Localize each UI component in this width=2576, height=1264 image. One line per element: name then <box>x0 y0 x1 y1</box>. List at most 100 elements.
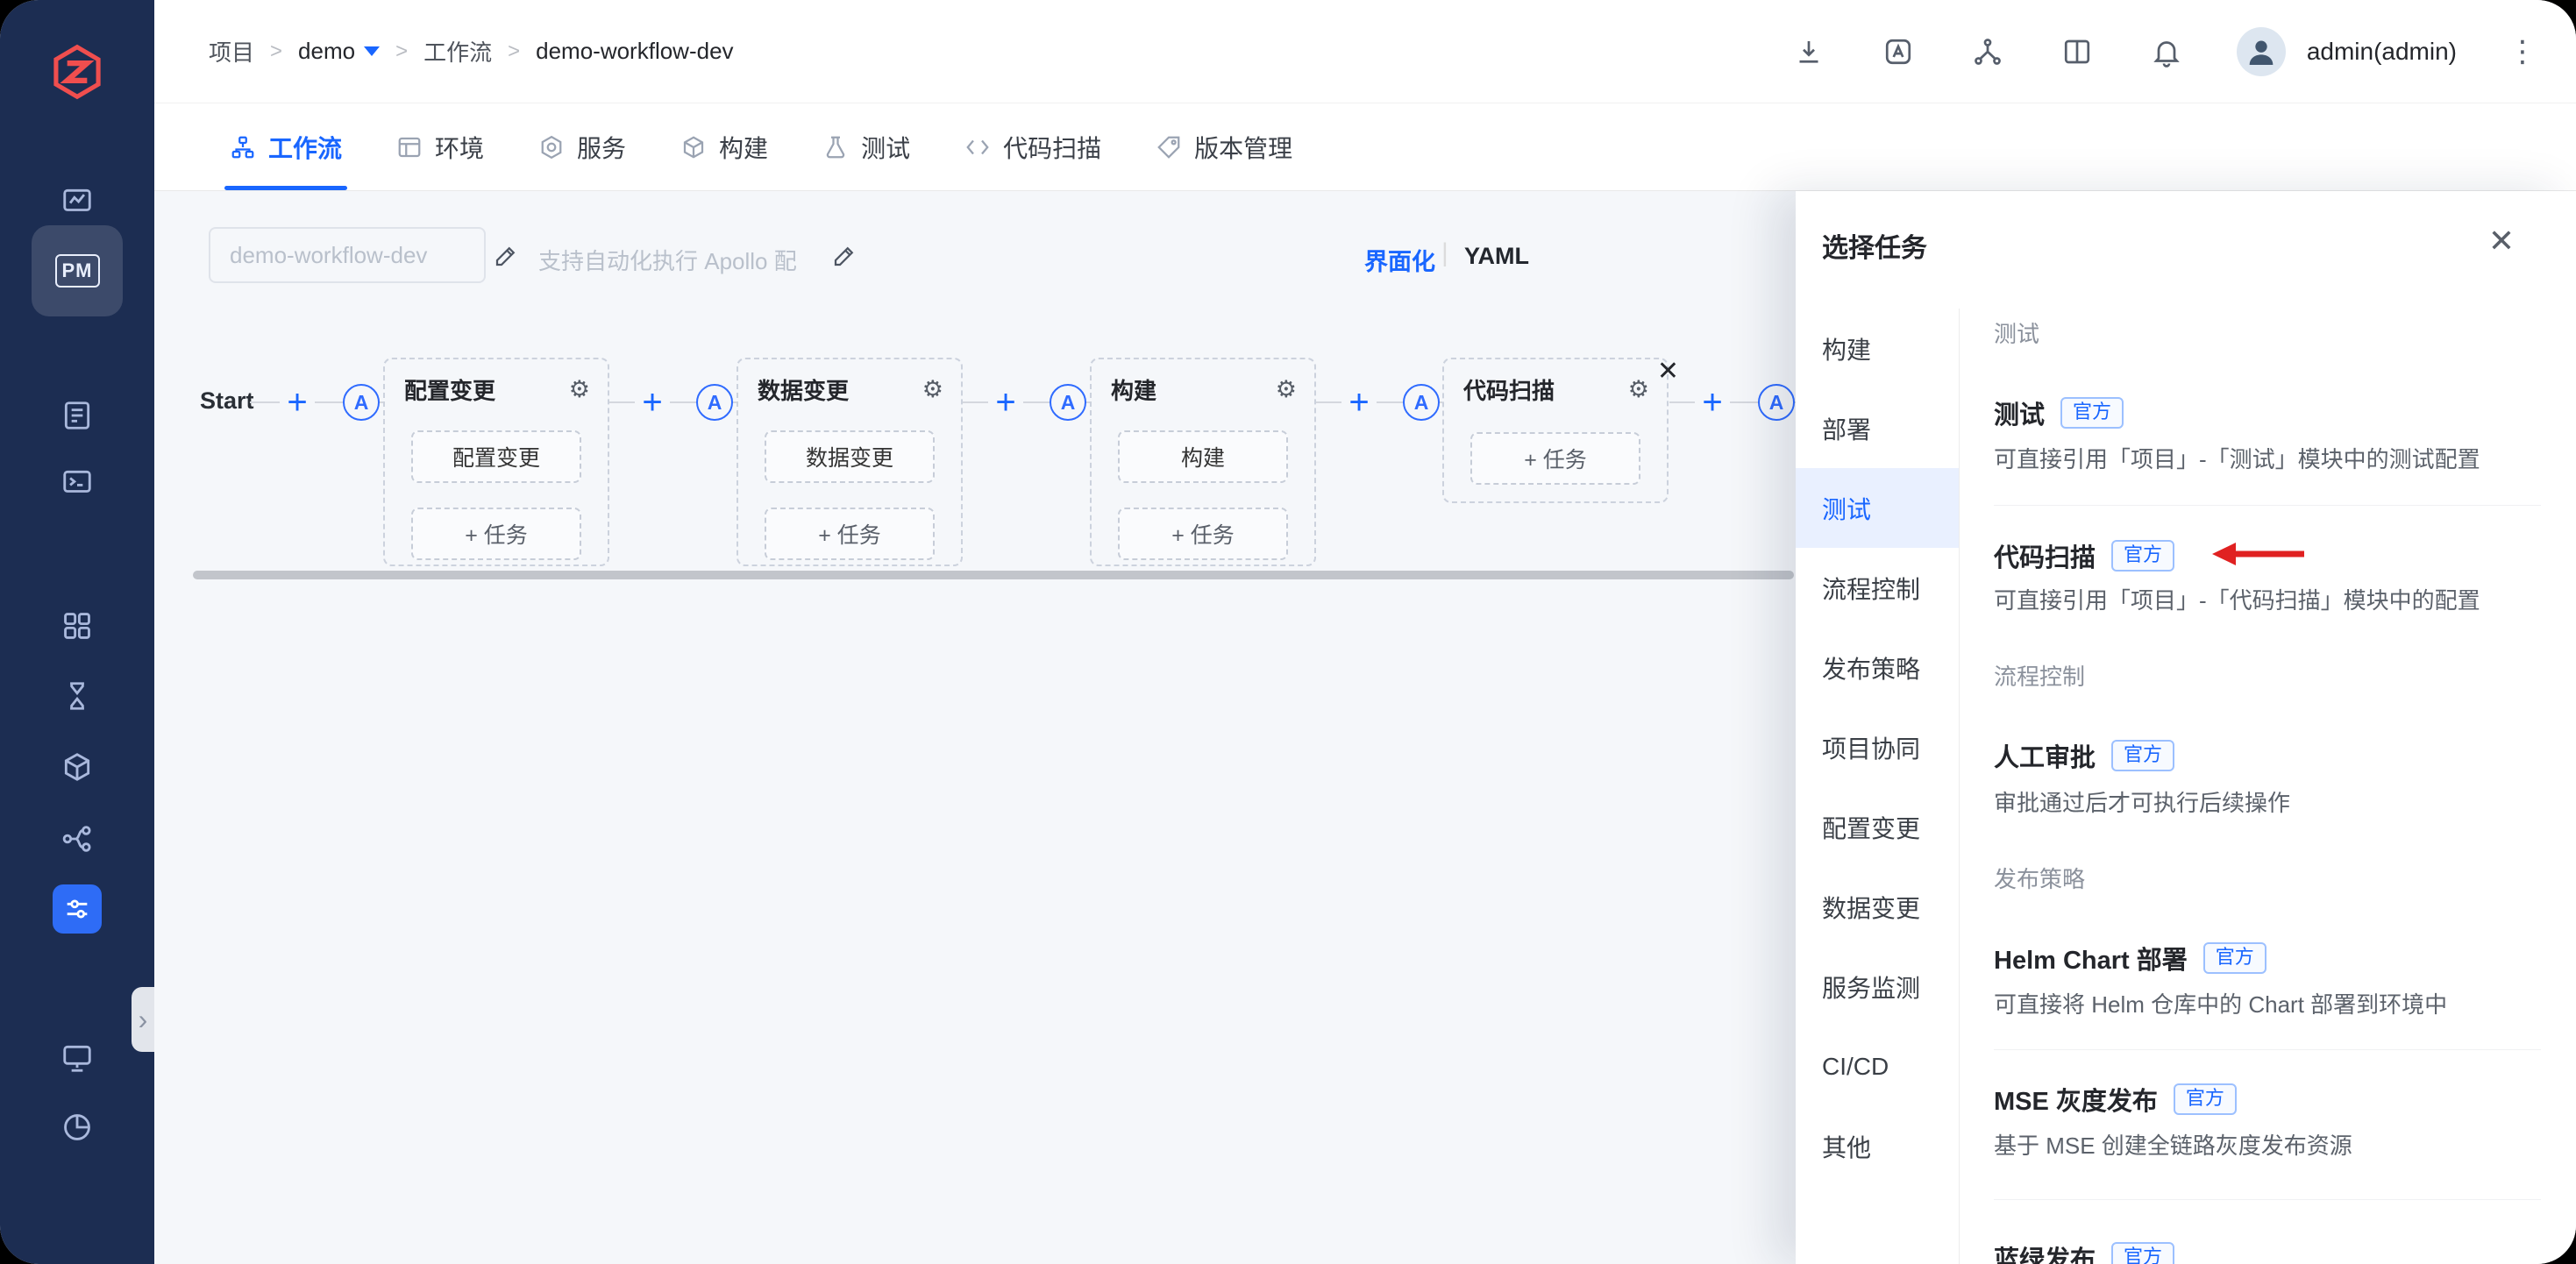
service-icon <box>541 135 562 159</box>
sidebar-item-monitor[interactable] <box>53 1033 102 1083</box>
user-name[interactable]: admin(admin) <box>2307 38 2457 66</box>
tab-builds[interactable]: 构建 <box>680 103 768 190</box>
sidebar-item-projects[interactable]: PM <box>32 225 123 316</box>
task-item-manual-approval[interactable]: 人工审批 官方 <box>1994 737 2175 774</box>
workflow-name-input[interactable]: demo-workflow-dev <box>209 227 486 283</box>
tab-label: 服务 <box>577 134 627 162</box>
category-cicd[interactable]: CI/CD <box>1796 1026 1959 1106</box>
settings-icon <box>67 899 88 919</box>
close-icon[interactable]: ✕ <box>1657 356 1679 387</box>
sidebar: PM <box>0 0 154 1264</box>
drawer-title: 选择任务 <box>1822 234 1927 263</box>
add-stage-button[interactable]: + <box>280 385 315 420</box>
pie-chart-icon <box>64 1114 90 1140</box>
add-stage-button[interactable]: + <box>988 385 1023 420</box>
cluster-button[interactable] <box>1968 32 2007 71</box>
category-deploy[interactable]: 部署 <box>1796 388 1959 468</box>
task-button[interactable]: 配置变更 <box>411 430 581 483</box>
approval-node-button[interactable]: A <box>696 384 733 421</box>
horizontal-scrollbar[interactable] <box>193 571 1794 579</box>
avatar[interactable] <box>2236 27 2286 76</box>
breadcrumb-section[interactable]: 工作流 <box>423 35 492 67</box>
notifications-button[interactable] <box>2147 32 2186 71</box>
approval-node-button[interactable]: A <box>1403 384 1440 421</box>
sidebar-item-terminal[interactable] <box>53 458 102 508</box>
approval-node-button[interactable]: A <box>1758 384 1795 421</box>
sidebar-item-pipelines[interactable] <box>53 814 102 863</box>
add-stage-button[interactable]: + <box>635 385 670 420</box>
task-item-code-scan[interactable]: 代码扫描 官方 <box>1994 537 2175 574</box>
task-item-test[interactable]: 测试 官方 <box>1994 394 2124 431</box>
approval-node-button[interactable]: A <box>1050 384 1086 421</box>
sidebar-item-stats[interactable] <box>53 1103 102 1152</box>
close-icon[interactable]: ✕ <box>2488 223 2515 259</box>
tab-workflows[interactable]: 工作流 <box>224 103 348 190</box>
sidebar-item-apps[interactable] <box>53 601 102 650</box>
language-button[interactable] <box>1879 32 1918 71</box>
view-toggle-ui[interactable]: 界面化 <box>1364 243 1435 277</box>
task-item-mse-gray-release[interactable]: MSE 灰度发布 官方 <box>1994 1081 2237 1118</box>
sidebar-collapse-handle[interactable]: › <box>132 987 154 1052</box>
add-task-button[interactable]: + 任务 <box>1470 432 1640 485</box>
add-stage-button[interactable]: + <box>1341 385 1377 420</box>
gear-icon[interactable]: ⚙ <box>1628 376 1649 403</box>
category-service-monitor[interactable]: 服务监测 <box>1796 947 1959 1026</box>
task-item-desc: 审批通过后才可执行后续操作 <box>1994 790 2291 816</box>
divider <box>1994 505 2541 506</box>
divider <box>1994 1049 2541 1050</box>
task-item-name: 测试 <box>1994 401 2046 430</box>
breadcrumb-separator: > <box>270 39 283 63</box>
download-button[interactable] <box>1790 32 1828 71</box>
layout-button[interactable] <box>2058 32 2096 71</box>
task-button[interactable]: 数据变更 <box>765 430 935 483</box>
category-flow-control[interactable]: 流程控制 <box>1796 548 1959 628</box>
add-task-button[interactable]: + 任务 <box>411 508 581 560</box>
chevron-down-icon[interactable] <box>364 46 381 56</box>
add-task-button[interactable]: + 任务 <box>1118 508 1288 560</box>
category-project-collab[interactable]: 项目协同 <box>1796 707 1959 787</box>
add-task-button[interactable]: + 任务 <box>765 508 935 560</box>
task-button[interactable]: 构建 <box>1118 430 1288 483</box>
tab-environments[interactable]: 环境 <box>396 103 484 190</box>
task-item-blue-green-release[interactable]: 蓝绿发布 官方 <box>1994 1239 2175 1264</box>
stage-title: 配置变更 <box>404 378 496 404</box>
sidebar-item-timer[interactable] <box>53 671 102 721</box>
category-build[interactable]: 构建 <box>1796 309 1959 388</box>
edit-description-button[interactable] <box>831 243 859 271</box>
tab-services[interactable]: 服务 <box>538 103 626 190</box>
zadig-logo-icon[interactable] <box>47 42 107 102</box>
gear-icon[interactable]: ⚙ <box>1276 376 1297 403</box>
category-config-change[interactable]: 配置变更 <box>1796 787 1959 867</box>
sidebar-item-artifacts[interactable] <box>53 742 102 792</box>
bell-icon <box>2153 41 2180 67</box>
category-test[interactable]: 测试 <box>1796 468 1959 548</box>
stage-header: 构建 ⚙ <box>1092 359 1314 406</box>
top-bar: 项目 > demo > 工作流 > demo-workflow-dev admi… <box>154 0 2576 103</box>
tab-label: 环境 <box>435 134 485 162</box>
gear-icon[interactable]: ⚙ <box>569 376 590 403</box>
approval-node-button[interactable]: A <box>343 384 380 421</box>
select-task-drawer: 选择任务 ✕ 构建 部署 测试 流程控制 发布策略 项目协同 配置变更 数据变更… <box>1796 191 2576 1264</box>
tab-code-scan[interactable]: 代码扫描 <box>964 103 1101 190</box>
topbar-actions: admin(admin) ⋮ <box>1790 0 2537 103</box>
breadcrumb-project[interactable]: demo <box>298 38 355 65</box>
breadcrumb-separator: > <box>395 39 409 63</box>
tab-version-management[interactable]: 版本管理 <box>1156 103 1292 190</box>
view-toggle-yaml[interactable]: YAML <box>1464 243 1529 270</box>
add-stage-button[interactable]: + <box>1695 385 1730 420</box>
sidebar-item-insight[interactable] <box>53 177 102 226</box>
kebab-menu-icon[interactable]: ⋮ <box>2508 34 2537 69</box>
gear-icon[interactable]: ⚙ <box>922 376 943 403</box>
breadcrumb-root[interactable]: 项目 <box>209 35 254 67</box>
edit-name-button[interactable] <box>493 243 521 271</box>
build-icon <box>683 135 704 159</box>
category-other[interactable]: 其他 <box>1796 1106 1959 1186</box>
sidebar-item-integrations[interactable] <box>53 884 102 934</box>
tab-tests[interactable]: 测试 <box>822 103 910 190</box>
cluster-icon <box>1974 39 2001 65</box>
task-item-helm-chart-deploy[interactable]: Helm Chart 部署 官方 <box>1994 940 2266 976</box>
task-item-desc: 基于 MSE 创建全链路灰度发布资源 <box>1994 1133 2352 1159</box>
category-release-strategy[interactable]: 发布策略 <box>1796 628 1959 707</box>
category-data-change[interactable]: 数据变更 <box>1796 867 1959 947</box>
sidebar-item-form[interactable] <box>53 391 102 440</box>
